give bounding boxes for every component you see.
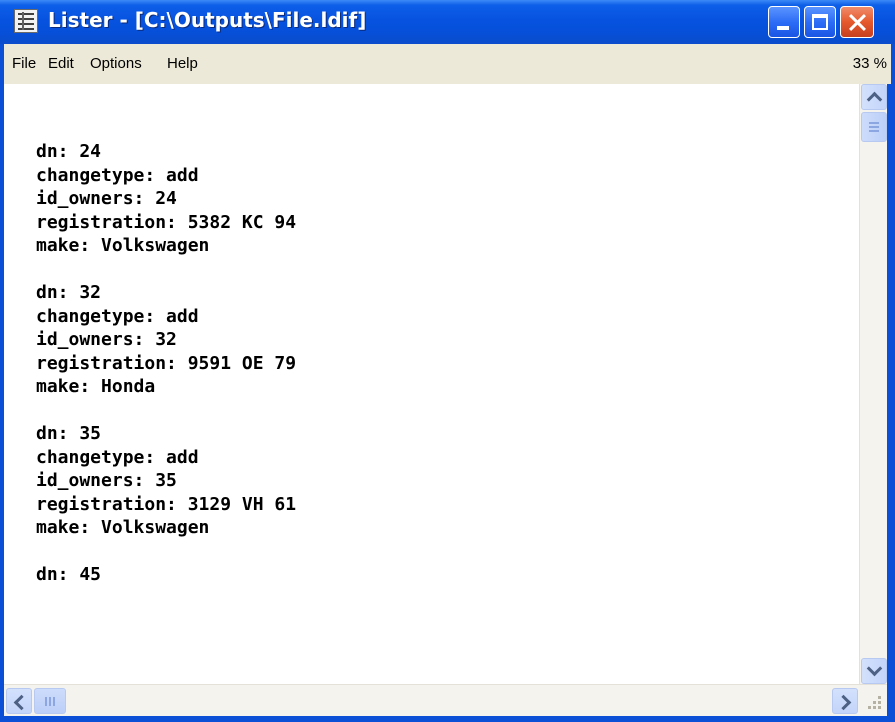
scroll-right-button[interactable]: [832, 688, 858, 714]
text-line: make: Volkswagen: [36, 517, 210, 538]
title-bar[interactable]: Lister - [C:\Outputs\File.ldif]: [0, 0, 895, 44]
menu-file[interactable]: File: [12, 55, 36, 72]
minimize-button[interactable]: [768, 6, 800, 38]
text-line: id_owners: 24: [36, 188, 177, 209]
vertical-scroll-thumb[interactable]: [861, 112, 887, 142]
chevron-left-icon: [13, 694, 30, 711]
grip-dot: [878, 701, 881, 704]
scroll-down-button[interactable]: [861, 658, 887, 684]
grip-dot: [868, 706, 871, 709]
text-line: changetype: add: [36, 305, 199, 327]
text-line: registration: 5382 KC 94: [36, 211, 297, 233]
menu-bar: File Edit Options Help 33 %: [4, 44, 891, 84]
lister-window: Lister - [C:\Outputs\File.ldif] File Edi…: [0, 0, 895, 722]
file-content-viewer[interactable]: dn: 24 changetype: add id_owners: 24 regist…: [4, 84, 887, 684]
lister-app-icon[interactable]: [14, 9, 38, 33]
text-line: dn: 45: [36, 564, 102, 585]
menu-options[interactable]: Options: [90, 55, 142, 72]
chevron-right-icon: [835, 694, 852, 711]
horizontal-scrollbar[interactable]: [4, 684, 887, 716]
chevron-down-icon: [866, 660, 883, 677]
text-line: dn: 32: [36, 282, 102, 303]
size-grip[interactable]: [862, 688, 884, 714]
grip-dot: [878, 706, 881, 709]
maximize-button[interactable]: [804, 6, 836, 38]
text-line: dn: 35: [36, 423, 102, 444]
horizontal-scroll-thumb[interactable]: [34, 688, 66, 714]
text-line: make: Honda: [36, 376, 156, 397]
grip-dot: [873, 706, 876, 709]
text-line: changetype: add: [36, 446, 199, 468]
ldif-text: dn: 24 changetype: add id_owners: 24 regist…: [36, 140, 296, 587]
text-line: make: Volkswagen: [36, 235, 210, 256]
text-line: id_owners: 35: [36, 470, 177, 491]
zoom-level: 33 %: [852, 55, 887, 72]
vertical-scrollbar[interactable]: [859, 84, 887, 684]
window-title: Lister - [C:\Outputs\File.ldif]: [48, 8, 367, 32]
menu-help[interactable]: Help: [167, 55, 198, 72]
menu-edit[interactable]: Edit: [48, 55, 74, 72]
scroll-left-button[interactable]: [6, 688, 32, 714]
chevron-up-icon: [866, 91, 883, 108]
text-line: changetype: add: [36, 164, 199, 186]
text-line: id_owners: 32: [36, 329, 177, 350]
grip-dot: [878, 696, 881, 699]
grip-dot: [873, 701, 876, 704]
scroll-up-button[interactable]: [861, 84, 887, 110]
text-line: registration: 9591 OE 79: [36, 352, 297, 374]
text-line: registration: 3129 VH 61: [36, 493, 297, 515]
close-button[interactable]: [840, 6, 874, 38]
text-line: dn: 24: [36, 141, 102, 162]
